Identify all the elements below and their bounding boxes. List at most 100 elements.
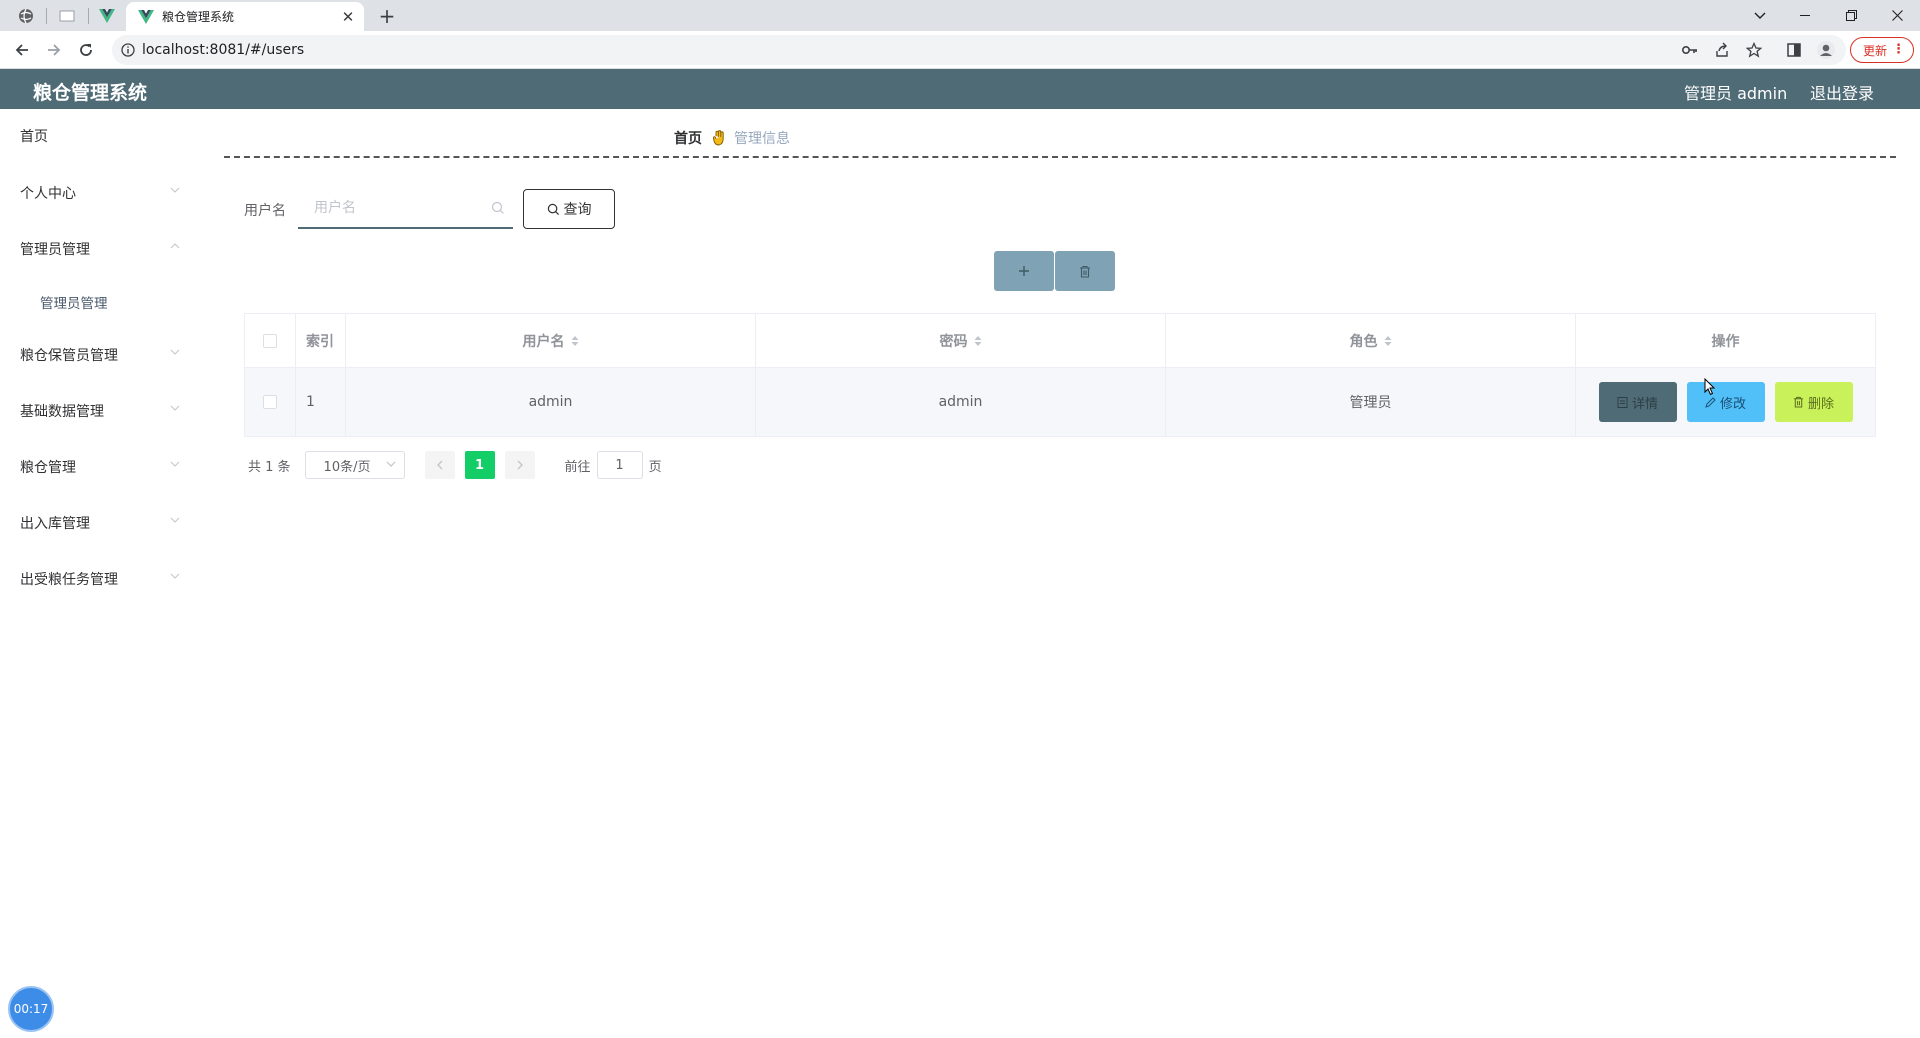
search-icon	[491, 201, 504, 214]
chevron-left-icon	[436, 460, 443, 470]
tab-close-icon[interactable]: ✕	[338, 7, 358, 27]
update-label: 更新	[1863, 43, 1888, 58]
header-label: 密码	[939, 333, 968, 350]
goto-prefix: 前往	[564, 459, 591, 475]
address-bar[interactable]: localhost:8081/#/users	[112, 35, 1846, 65]
goto-page-input[interactable]	[596, 451, 643, 479]
restore-button[interactable]	[1828, 0, 1874, 31]
new-tab-button[interactable]: +	[374, 4, 400, 28]
sidebar-item-label: 粮仓保管员管理	[20, 348, 118, 364]
header-username[interactable]: 用户名	[346, 314, 756, 367]
sort-caret-icon[interactable]	[571, 335, 579, 347]
sidebar-item-basic-data[interactable]: 基础数据管理	[0, 391, 190, 431]
forward-arrow-icon	[48, 44, 61, 56]
header-operation: 操作	[1576, 314, 1875, 367]
sidebar-item-grain-tasks[interactable]: 出受粮任务管理	[0, 559, 190, 599]
sidebar-item-inout[interactable]: 出入库管理	[0, 503, 190, 543]
share-icon[interactable]	[1710, 40, 1734, 60]
pinned-tab-globe[interactable]	[12, 4, 40, 28]
sidebar-item-label: 基础数据管理	[20, 404, 104, 420]
chevron-down-icon	[170, 187, 180, 193]
key-icon[interactable]	[1678, 40, 1702, 60]
row-checkbox[interactable]	[263, 395, 277, 409]
sidebar-subitem-admin-management[interactable]: 管理员管理	[0, 282, 190, 322]
active-tab[interactable]: 粮仓管理系统 ✕	[126, 2, 364, 31]
chevron-right-icon	[517, 460, 523, 470]
search-input[interactable]	[298, 189, 478, 227]
sidebar-item-granary[interactable]: 粮仓管理	[0, 447, 190, 487]
chevron-down-icon	[170, 517, 180, 523]
sidebar-item-home[interactable]: 首页	[0, 116, 190, 156]
vue-logo-icon	[99, 9, 115, 23]
table-header: 索引 用户名 密码 角色 操作	[245, 314, 1875, 368]
globe-icon	[19, 8, 33, 24]
tab-separator	[46, 8, 47, 24]
edit-button[interactable]: 修改	[1686, 382, 1765, 422]
cell-password-value: admin	[938, 394, 983, 410]
header-label: 用户名	[522, 333, 565, 350]
logout-link[interactable]: 退出登录	[1810, 80, 1874, 104]
row-select-cell	[245, 368, 296, 436]
sidebar-item-label: 出受粮任务管理	[20, 572, 118, 588]
goto-suffix: 页	[648, 459, 662, 475]
add-button[interactable]	[994, 251, 1054, 291]
sidebar-item-keeper-management[interactable]: 粮仓保管员管理	[0, 335, 190, 375]
cell-username: admin	[346, 368, 756, 436]
sidebar-item-label: 粮仓管理	[20, 460, 76, 476]
pinned-tab-blank[interactable]	[53, 4, 81, 28]
sort-caret-icon[interactable]	[1384, 335, 1392, 347]
header-index: 索引	[296, 314, 346, 367]
tab-search-chevron-icon[interactable]	[1737, 0, 1783, 31]
batch-delete-button[interactable]	[1055, 251, 1115, 291]
chevron-down-icon	[170, 461, 180, 467]
search-field	[298, 189, 513, 229]
sidebar-item-label: 管理员管理	[20, 242, 90, 258]
header-role[interactable]: 角色	[1166, 314, 1576, 367]
sidebar-item-personal-center[interactable]: 个人中心	[0, 173, 190, 213]
table-row: 1 admin admin 管理员 详情 修改 删除	[245, 368, 1875, 436]
sidebar-item-label: 出入库管理	[20, 516, 90, 532]
header-label: 操作	[1711, 333, 1740, 350]
forward-button[interactable]	[40, 37, 68, 63]
reload-button[interactable]	[72, 37, 100, 63]
site-info-icon[interactable]	[118, 40, 138, 60]
delete-button[interactable]: 删除	[1774, 382, 1853, 422]
cell-index-value: 1	[306, 394, 315, 410]
page-number-current[interactable]: 1	[464, 451, 495, 479]
cell-password: admin	[756, 368, 1166, 436]
profile-avatar-icon[interactable]	[1814, 38, 1838, 62]
edit-pencil-icon	[1705, 396, 1716, 408]
header-password[interactable]: 密码	[756, 314, 1166, 367]
select-all-checkbox[interactable]	[263, 333, 277, 348]
update-button[interactable]: 更新 ⋮	[1850, 37, 1914, 63]
minimize-button[interactable]	[1782, 0, 1828, 31]
breadcrumb-current: 管理信息	[734, 131, 790, 147]
back-button[interactable]	[8, 37, 36, 63]
more-menu-icon: ⋮	[1892, 42, 1905, 57]
tab-title: 粮仓管理系统	[162, 10, 235, 24]
chevron-down-icon	[170, 349, 180, 355]
detail-button[interactable]: 详情	[1598, 382, 1677, 422]
header-label: 索引	[306, 333, 334, 350]
prev-page-button[interactable]	[424, 451, 455, 479]
page-size-select[interactable]: 10条/页	[304, 451, 405, 479]
close-window-button[interactable]	[1874, 0, 1920, 31]
search-icon	[547, 203, 559, 215]
sort-caret-icon[interactable]	[974, 335, 982, 347]
breadcrumb-home[interactable]: 首页	[674, 128, 702, 148]
cell-role: 管理员	[1166, 368, 1576, 436]
bookmark-star-icon[interactable]	[1742, 40, 1766, 60]
next-page-button[interactable]	[504, 451, 535, 479]
cell-username-value: admin	[528, 394, 573, 410]
hand-icon	[713, 130, 724, 146]
query-button[interactable]: 查询	[523, 189, 615, 229]
current-user: 管理员 admin	[1684, 84, 1788, 103]
sidebar-item-admin-management[interactable]: 管理员管理	[0, 229, 190, 269]
recording-timer[interactable]: 00:17	[8, 986, 54, 1032]
chevron-down-icon	[170, 405, 180, 411]
pinned-tab-vue[interactable]	[93, 4, 121, 28]
edit-button-label: 修改	[1719, 396, 1746, 412]
side-panel-icon[interactable]	[1782, 38, 1806, 62]
reload-icon	[80, 44, 92, 56]
chevron-down-icon	[386, 461, 395, 467]
